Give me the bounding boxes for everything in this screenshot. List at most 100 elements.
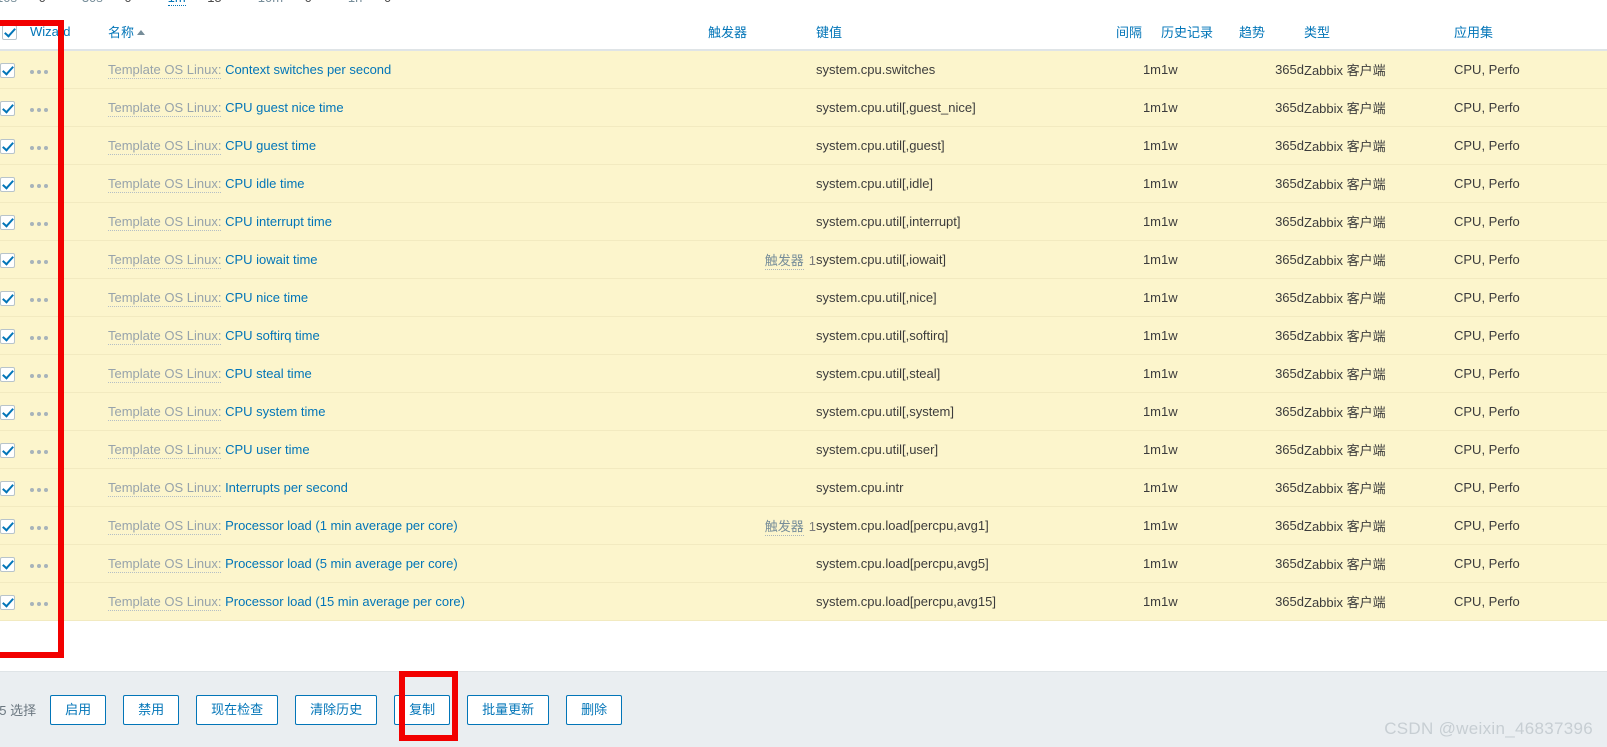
wizard-cell[interactable] — [30, 468, 108, 507]
ellipsis-menu-icon[interactable] — [30, 564, 51, 568]
ellipsis-menu-icon[interactable] — [30, 146, 51, 150]
row-select-cell[interactable] — [0, 240, 30, 279]
row-checkbox[interactable] — [0, 252, 15, 268]
copy-button[interactable]: 复制 — [394, 694, 451, 725]
triggers-link[interactable]: 触发器 — [764, 519, 804, 536]
triggers-link[interactable]: 触发器 — [764, 253, 804, 270]
template-link[interactable]: Template OS Linux: — [108, 328, 222, 345]
row-select-cell[interactable] — [0, 506, 30, 545]
ellipsis-menu-icon[interactable] — [30, 298, 51, 302]
item-name-link[interactable]: Processor load (5 min average per core) — [221, 556, 458, 571]
wizard-cell[interactable] — [30, 430, 108, 469]
item-name-link[interactable]: Interrupts per second — [221, 480, 348, 495]
wizard-cell[interactable] — [30, 50, 108, 89]
template-link[interactable]: Template OS Linux: — [108, 480, 222, 497]
ellipsis-menu-icon[interactable] — [30, 526, 51, 530]
item-name-link[interactable]: CPU idle time — [221, 176, 304, 191]
wizard-cell[interactable] — [30, 164, 108, 203]
row-checkbox[interactable] — [0, 594, 15, 610]
row-select-cell[interactable] — [0, 164, 30, 203]
column-header-key[interactable]: 键值 — [816, 14, 1116, 51]
item-name-link[interactable]: CPU system time — [221, 404, 325, 419]
item-name-link[interactable]: CPU softirq time — [221, 328, 320, 343]
row-select-cell[interactable] — [0, 468, 30, 507]
row-select-cell[interactable] — [0, 88, 30, 127]
item-name-link[interactable]: CPU steal time — [221, 366, 312, 381]
ellipsis-menu-icon[interactable] — [30, 108, 51, 112]
disable-button[interactable]: 禁用 — [123, 694, 180, 725]
template-link[interactable]: Template OS Linux: — [108, 176, 222, 193]
ellipsis-menu-icon[interactable] — [30, 70, 51, 74]
wizard-cell[interactable] — [30, 316, 108, 355]
filter-interval-items[interactable]: 10s 030s 01m 1510m 01h 0 — [0, 0, 427, 6]
select-all-checkbox[interactable] — [2, 24, 17, 40]
row-select-cell[interactable] — [0, 392, 30, 431]
template-link[interactable]: Template OS Linux: — [108, 404, 222, 421]
ellipsis-menu-icon[interactable] — [30, 450, 51, 454]
row-select-cell[interactable] — [0, 202, 30, 241]
row-checkbox[interactable] — [0, 62, 15, 78]
column-header-name[interactable]: 名称 — [108, 14, 708, 51]
wizard-cell[interactable] — [30, 506, 108, 545]
wizard-cell[interactable] — [30, 354, 108, 393]
ellipsis-menu-icon[interactable] — [30, 412, 51, 416]
row-checkbox[interactable] — [0, 404, 15, 420]
ellipsis-menu-icon[interactable] — [30, 374, 51, 378]
row-checkbox[interactable] — [0, 480, 15, 496]
ellipsis-menu-icon[interactable] — [30, 260, 51, 264]
ellipsis-menu-icon[interactable] — [30, 336, 51, 340]
wizard-cell[interactable] — [30, 202, 108, 241]
row-select-cell[interactable] — [0, 316, 30, 355]
wizard-cell[interactable] — [30, 544, 108, 583]
ellipsis-menu-icon[interactable] — [30, 184, 51, 188]
wizard-cell[interactable] — [30, 392, 108, 431]
item-name-link[interactable]: Processor load (1 min average per core) — [221, 518, 458, 533]
item-name-link[interactable]: Context switches per second — [221, 62, 391, 77]
row-checkbox[interactable] — [0, 518, 15, 534]
row-select-cell[interactable] — [0, 430, 30, 469]
row-select-cell[interactable] — [0, 50, 30, 89]
item-name-link[interactable]: CPU user time — [221, 442, 310, 457]
template-link[interactable]: Template OS Linux: — [108, 214, 222, 231]
wizard-cell[interactable] — [30, 126, 108, 165]
delete-button[interactable]: 删除 — [566, 694, 623, 725]
row-select-cell[interactable] — [0, 544, 30, 583]
template-link[interactable]: Template OS Linux: — [108, 290, 222, 307]
template-link[interactable]: Template OS Linux: — [108, 556, 222, 573]
row-select-cell[interactable] — [0, 278, 30, 317]
row-checkbox[interactable] — [0, 556, 15, 572]
filter-interval-1h[interactable]: 1h 0 — [348, 0, 409, 5]
ellipsis-menu-icon[interactable] — [30, 602, 51, 606]
row-checkbox[interactable] — [0, 214, 15, 230]
template-link[interactable]: Template OS Linux: — [108, 62, 222, 79]
item-name-link[interactable]: Processor load (15 min average per core) — [221, 594, 465, 609]
template-link[interactable]: Template OS Linux: — [108, 100, 222, 117]
filter-interval-1m[interactable]: 1m 15 — [167, 0, 240, 6]
enable-button[interactable]: 启用 — [50, 694, 107, 725]
item-name-link[interactable]: CPU iowait time — [221, 252, 317, 267]
column-header-trends[interactable]: 趋势 — [1239, 14, 1304, 51]
row-select-cell[interactable] — [0, 582, 30, 621]
row-select-cell[interactable] — [0, 126, 30, 165]
row-checkbox[interactable] — [0, 366, 15, 382]
template-link[interactable]: Template OS Linux: — [108, 442, 222, 459]
ellipsis-menu-icon[interactable] — [30, 222, 51, 226]
column-header-type[interactable]: 类型 — [1304, 14, 1454, 51]
filter-interval-30s[interactable]: 30s 0 — [82, 0, 150, 5]
wizard-cell[interactable] — [30, 88, 108, 127]
select-all-header[interactable] — [0, 14, 30, 51]
row-select-cell[interactable] — [0, 354, 30, 393]
item-name-link[interactable]: CPU interrupt time — [221, 214, 332, 229]
wizard-cell[interactable] — [30, 582, 108, 621]
mass-update-button[interactable]: 批量更新 — [467, 694, 550, 725]
column-header-history[interactable]: 历史记录 — [1161, 14, 1239, 51]
row-checkbox[interactable] — [0, 328, 15, 344]
clear-history-button[interactable]: 清除历史 — [295, 694, 378, 725]
row-checkbox[interactable] — [0, 442, 15, 458]
row-checkbox[interactable] — [0, 100, 15, 116]
item-name-link[interactable]: CPU guest nice time — [221, 100, 344, 115]
wizard-cell[interactable] — [30, 240, 108, 279]
template-link[interactable]: Template OS Linux: — [108, 366, 222, 383]
check-now-button[interactable]: 现在检查 — [196, 694, 279, 725]
item-name-link[interactable]: CPU guest time — [221, 138, 316, 153]
